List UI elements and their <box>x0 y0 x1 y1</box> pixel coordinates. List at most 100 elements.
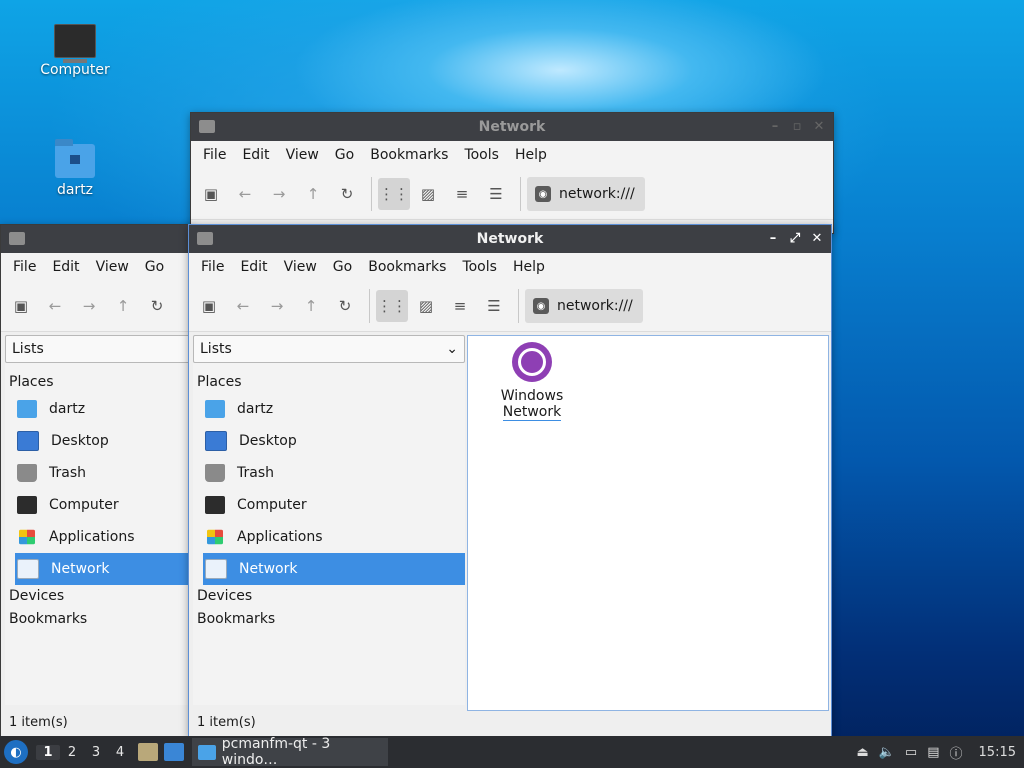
thumbnail-view-icon[interactable]: ▨ <box>412 178 444 210</box>
menu-edit[interactable]: Edit <box>234 147 277 163</box>
forward-arrow-icon[interactable]: → <box>263 178 295 210</box>
up-arrow-icon[interactable]: ↑ <box>107 290 139 322</box>
devices-header[interactable]: Devices <box>193 585 465 607</box>
menu-view[interactable]: View <box>88 259 137 275</box>
reload-icon[interactable]: ↻ <box>329 290 361 322</box>
place-label: Computer <box>237 497 307 513</box>
window-titlebar[interactable]: Network – ▫ ✕ <box>191 113 833 141</box>
file-item-windows-network[interactable]: Windows Network <box>492 342 572 421</box>
icon-view-icon[interactable]: ⋮⋮ <box>376 290 408 322</box>
new-tab-icon[interactable]: ▣ <box>195 178 227 210</box>
bookmarks-header[interactable]: Bookmarks <box>193 608 465 630</box>
up-arrow-icon[interactable]: ↑ <box>297 178 329 210</box>
up-arrow-icon[interactable]: ↑ <box>295 290 327 322</box>
menu-edit[interactable]: Edit <box>44 259 87 275</box>
compact-view-icon[interactable]: ≡ <box>444 290 476 322</box>
menu-bookmarks[interactable]: Bookmarks <box>360 259 454 275</box>
workspace-2[interactable]: 2 <box>60 745 84 760</box>
menu-file[interactable]: File <box>195 147 234 163</box>
maximize-icon[interactable]: ⤢ <box>787 229 803 247</box>
file-manager-window-back[interactable]: Network – ▫ ✕ File Edit View Go Bookmark… <box>190 112 834 234</box>
workspace-4[interactable]: 4 <box>108 745 132 760</box>
menu-file[interactable]: File <box>193 259 232 275</box>
menu-go[interactable]: Go <box>325 259 360 275</box>
place-dartz[interactable]: dartz <box>193 393 465 425</box>
workspace-3[interactable]: 3 <box>84 745 108 760</box>
compact-view-icon[interactable]: ≡ <box>446 178 478 210</box>
place-network[interactable]: Network <box>15 553 191 585</box>
thumbnail-view-icon[interactable]: ▨ <box>410 290 442 322</box>
minimize-icon[interactable]: – <box>765 229 781 247</box>
toolbar: ▣ ← → ↑ ↻ <box>1 281 193 332</box>
forward-arrow-icon[interactable]: → <box>73 290 105 322</box>
devices-header[interactable]: Devices <box>5 585 191 607</box>
reload-icon[interactable]: ↻ <box>331 178 363 210</box>
bookmarks-header[interactable]: Bookmarks <box>5 608 191 630</box>
back-arrow-icon[interactable]: ← <box>227 290 259 322</box>
window-titlebar[interactable]: Network – ⤢ ✕ <box>189 225 831 253</box>
menu-file[interactable]: File <box>5 259 44 275</box>
place-desktop[interactable]: Desktop <box>193 425 465 457</box>
network-icon <box>17 559 39 579</box>
menu-help[interactable]: Help <box>505 259 553 275</box>
menu-view[interactable]: View <box>278 147 327 163</box>
side-pane: Lists ⌄ Places dartz Desktop Trash Compu… <box>193 335 465 705</box>
menubar: File Edit View Go <box>1 253 193 281</box>
new-tab-icon[interactable]: ▣ <box>5 290 37 322</box>
place-trash[interactable]: Trash <box>193 457 465 489</box>
file-item-label-line1: Windows <box>500 388 564 404</box>
close-icon[interactable]: ✕ <box>811 117 827 135</box>
place-trash[interactable]: Trash <box>5 457 191 489</box>
icon-view-icon[interactable]: ⋮⋮ <box>378 178 410 210</box>
menu-tools[interactable]: Tools <box>454 259 505 275</box>
place-dartz[interactable]: dartz <box>5 393 191 425</box>
back-arrow-icon[interactable]: ← <box>229 178 261 210</box>
menu-go[interactable]: Go <box>327 147 362 163</box>
forward-arrow-icon[interactable]: → <box>261 290 293 322</box>
path-bar[interactable]: ◉ network:/// <box>525 289 643 323</box>
place-applications[interactable]: Applications <box>5 521 191 553</box>
task-label: pcmanfm-qt - 3 windo… <box>221 736 331 768</box>
workspace-1[interactable]: 1 <box>36 744 60 760</box>
show-desktop-icon[interactable] <box>164 743 184 761</box>
menu-view[interactable]: View <box>276 259 325 275</box>
place-applications[interactable]: Applications <box>193 521 465 553</box>
place-computer[interactable]: Computer <box>5 489 191 521</box>
detailed-list-icon[interactable]: ☰ <box>478 290 510 322</box>
start-menu-icon[interactable]: ◐ <box>4 740 28 764</box>
back-arrow-icon[interactable]: ← <box>39 290 71 322</box>
desktop-icon-computer[interactable]: Computer <box>35 24 115 78</box>
place-network[interactable]: Network <box>203 553 465 585</box>
task-button-pcmanfm[interactable]: pcmanfm-qt - 3 windo… <box>192 736 388 768</box>
place-desktop[interactable]: Desktop <box>5 425 191 457</box>
file-view[interactable]: Windows Network <box>467 335 829 711</box>
menu-go[interactable]: Go <box>137 259 172 275</box>
place-label: Trash <box>49 465 86 481</box>
close-icon[interactable]: ✕ <box>809 229 825 247</box>
detailed-list-icon[interactable]: ☰ <box>480 178 512 210</box>
desktop-icon-dartz[interactable]: dartz <box>35 139 115 198</box>
new-tab-icon[interactable]: ▣ <box>193 290 225 322</box>
minimize-icon[interactable]: – <box>767 117 783 135</box>
place-computer[interactable]: Computer <box>193 489 465 521</box>
file-manager-launcher-icon[interactable] <box>138 743 158 761</box>
maximize-icon[interactable]: ▫ <box>789 117 805 135</box>
reload-icon[interactable]: ↻ <box>141 290 173 322</box>
file-manager-window-front[interactable]: Network – ⤢ ✕ File Edit View Go Bookmark… <box>188 224 832 738</box>
path-bar[interactable]: ◉ network:/// <box>527 177 645 211</box>
side-pane-mode-select[interactable]: Lists ⌄ <box>193 335 465 363</box>
menu-bookmarks[interactable]: Bookmarks <box>362 147 456 163</box>
window-titlebar[interactable] <box>1 225 193 253</box>
file-manager-window-left[interactable]: File Edit View Go ▣ ← → ↑ ↻ Lists Places… <box>0 224 194 738</box>
menu-edit[interactable]: Edit <box>232 259 275 275</box>
applications-icon <box>207 529 223 545</box>
side-pane-mode-select[interactable]: Lists <box>5 335 191 363</box>
volume-icon[interactable]: 🔈 <box>879 745 895 760</box>
network-status-icon[interactable]: ▭ <box>905 745 917 760</box>
eject-icon[interactable]: ⏏ <box>856 745 868 760</box>
update-notifier-icon[interactable]: ⓘ <box>950 743 963 762</box>
menu-help[interactable]: Help <box>507 147 555 163</box>
menu-tools[interactable]: Tools <box>456 147 507 163</box>
clipboard-icon[interactable]: ▤ <box>927 745 939 760</box>
clock[interactable]: 15:15 <box>979 745 1016 760</box>
